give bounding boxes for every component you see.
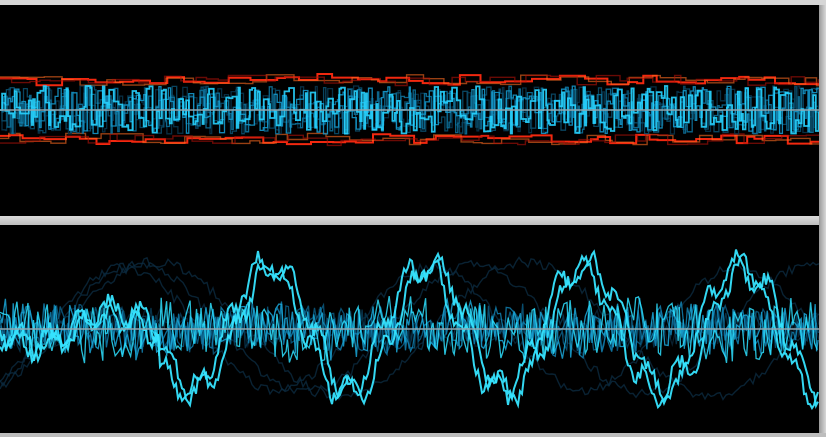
top-waveform-panel (0, 5, 819, 216)
window-bottom-edge (0, 433, 826, 437)
bottom-waveform-panel (0, 225, 819, 433)
top-waveform-canvas (0, 73, 819, 147)
bottom-waveform-canvas (0, 249, 819, 411)
window-right-border (819, 5, 826, 437)
panel-splitter[interactable] (0, 216, 826, 225)
